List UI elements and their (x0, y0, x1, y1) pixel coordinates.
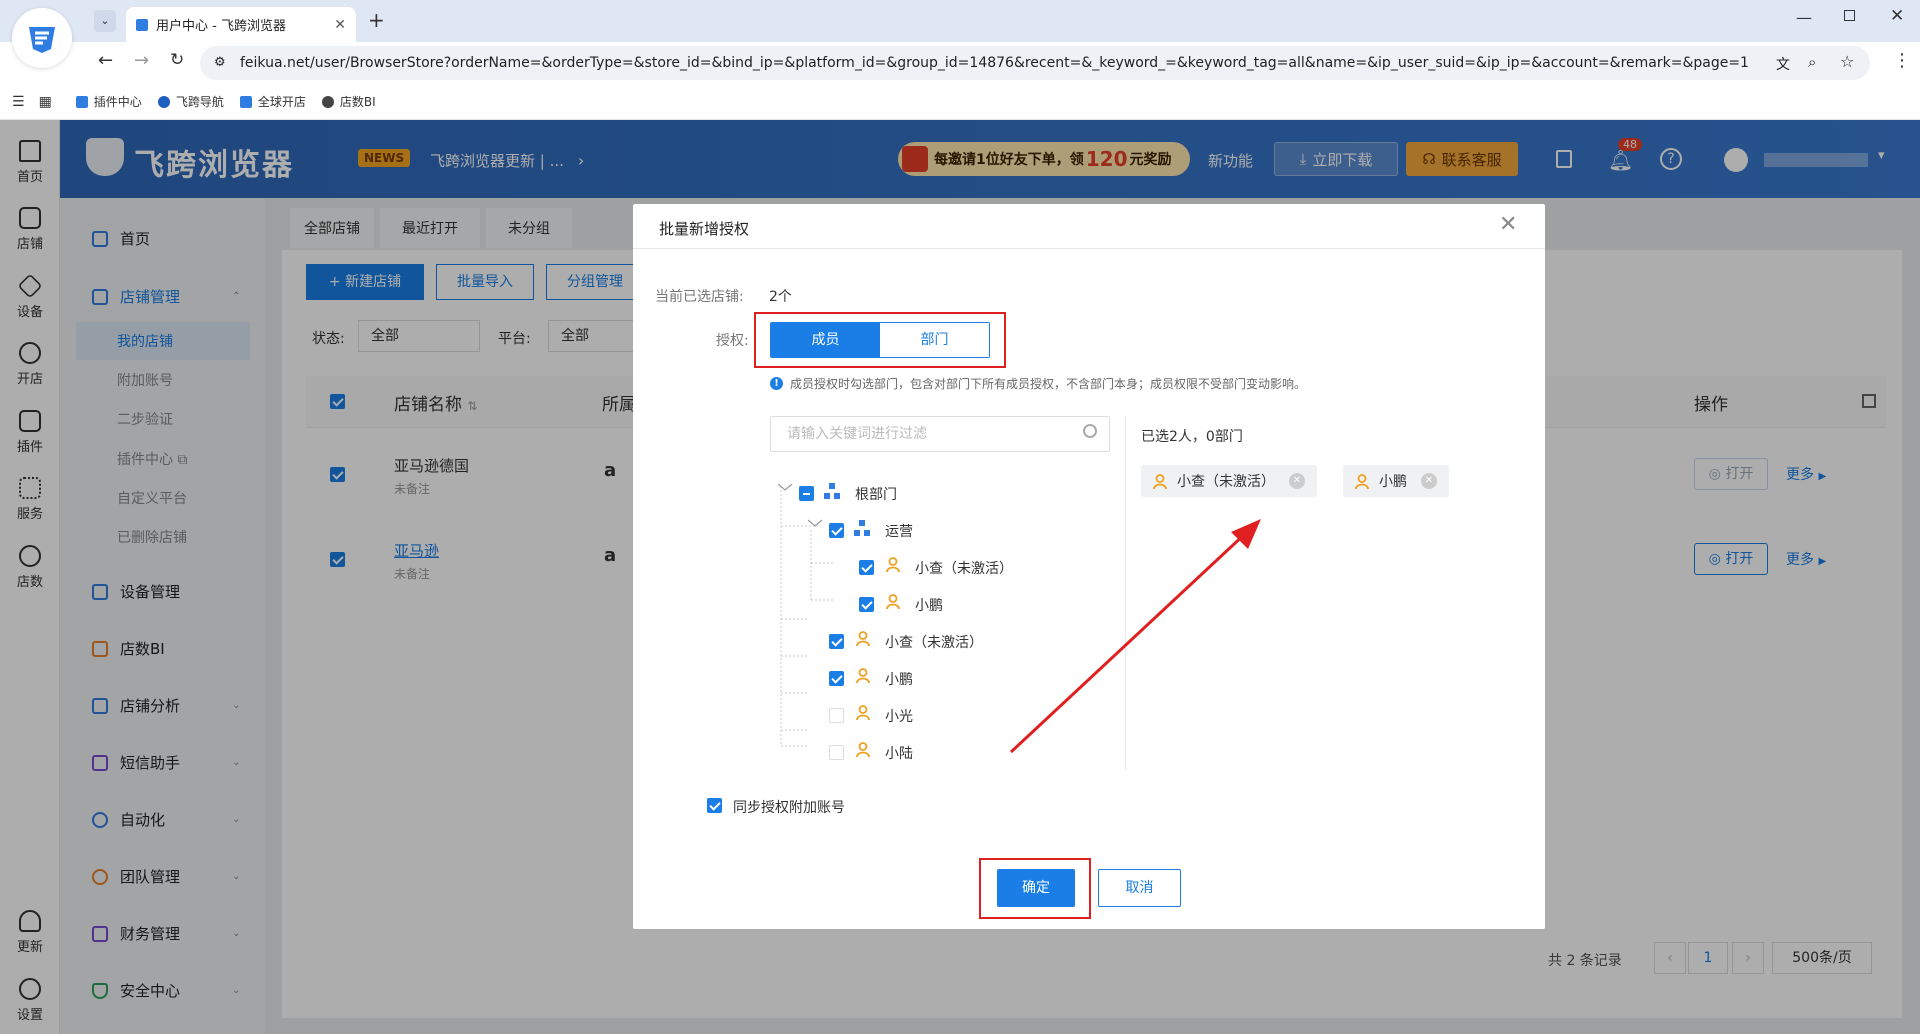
tab-title: 用户中心 - 飞跨浏览器 (156, 19, 286, 34)
selected-chip-label: 小鹏 (1379, 474, 1407, 490)
tree-member-checkbox[interactable] (829, 708, 844, 723)
modal-close-icon[interactable]: ✕ (1499, 212, 1517, 237)
bookmark-star-icon[interactable]: ☆ (1840, 52, 1854, 71)
org-tree-icon (854, 520, 870, 536)
tree-member-label[interactable]: 小鹏 (915, 595, 943, 615)
selected-stores-label: 当前已选店铺: (655, 289, 744, 305)
bookmark-label: 全球开店 (257, 95, 306, 109)
tab-active[interactable]: 用户中心 - 飞跨浏览器 ✕ (126, 7, 356, 42)
bookmark-nav-icon (157, 95, 170, 108)
person-icon (1153, 473, 1167, 489)
person-icon (856, 668, 870, 683)
tree-member-label[interactable]: 小查（未激活） (915, 558, 1013, 578)
browser-logo-icon (12, 8, 72, 68)
selected-chip: 小鹏 ✕ (1343, 465, 1449, 497)
auth-label: 授权: (716, 333, 749, 349)
person-icon (856, 705, 870, 720)
person-icon (856, 631, 870, 646)
member-search-input[interactable]: 请输入关键词进行过滤 (770, 416, 1110, 452)
segment-member-button[interactable]: 成员 (771, 323, 880, 357)
confirm-button[interactable]: 确定 (997, 869, 1075, 907)
tree-member-label[interactable]: 小查（未激活） (885, 632, 983, 652)
bookmark-label: 飞跨导航 (175, 95, 224, 109)
tree-root-checkbox[interactable] (799, 486, 814, 501)
bookmark-item[interactable]: 飞跨导航 (157, 93, 224, 110)
bookmark-label: 店数BI (339, 95, 376, 109)
forward-icon[interactable]: → (134, 50, 149, 71)
close-window-button[interactable]: ✕ (1890, 6, 1904, 26)
selected-summary: 已选2人，0部门 (1141, 429, 1243, 445)
modal-title-divider (633, 248, 1545, 249)
person-icon (886, 594, 900, 609)
auth-hint: 成员授权时勾选部门，包含对部门下所有成员授权，不含部门本身；成员权限不受部门变动… (790, 377, 1307, 391)
minimize-button[interactable]: — (1796, 8, 1812, 27)
tree-member-label[interactable]: 小光 (885, 706, 913, 726)
tree-dept-label[interactable]: 运营 (885, 521, 913, 541)
apps-grid-icon[interactable]: ▦ (39, 94, 52, 110)
new-tab-button[interactable]: + (368, 8, 385, 32)
bookmark-label: 插件中心 (93, 95, 142, 109)
site-info-icon[interactable]: ⚙ (214, 55, 226, 70)
bookmark-plugin-icon (75, 95, 88, 108)
selected-chip-label: 小查（未激活） (1177, 474, 1275, 490)
search-placeholder: 请输入关键词进行过滤 (787, 426, 927, 442)
person-icon (1355, 473, 1369, 489)
sync-extra-accounts-label[interactable]: 同步授权附加账号 (733, 797, 845, 817)
address-bar[interactable]: ⚙ feikua.net/user/BrowserStore?orderName… (200, 46, 1870, 80)
batch-auth-modal: 批量新增授权 ✕ 当前已选店铺: 2个 授权: 成员 部门 ! 成员授权时勾选部… (633, 204, 1545, 929)
tree-member-checkbox[interactable] (859, 597, 874, 612)
selected-chip: 小查（未激活） ✕ (1141, 465, 1317, 497)
bookmark-global-icon (239, 95, 252, 108)
url-text: feikua.net/user/BrowserStore?orderName=&… (240, 55, 1749, 71)
zoom-icon[interactable]: ⌕ (1808, 53, 1816, 71)
person-icon (886, 557, 900, 572)
browser-menu-icon[interactable]: ⋮ (1893, 50, 1911, 71)
remove-chip-icon[interactable]: ✕ (1289, 473, 1305, 489)
tree-member-checkbox[interactable] (829, 671, 844, 686)
tab-favicon-icon (136, 18, 148, 31)
search-icon (1083, 424, 1097, 438)
annotation-arrow (1003, 494, 1303, 764)
modal-title: 批量新增授权 (659, 220, 750, 238)
tree-member-checkbox[interactable] (829, 745, 844, 760)
sidebar-toggle-icon[interactable]: ☰ (12, 94, 25, 110)
info-icon: ! (770, 377, 783, 390)
tree-member-checkbox[interactable] (829, 634, 844, 649)
browser-tab-bar: ⌄ 用户中心 - 飞跨浏览器 ✕ + — ✕ (0, 0, 1920, 68)
bookmarks-bar: ☰ ▦ 插件中心 飞跨导航 全球开店 店数BI (0, 84, 1920, 120)
bookmark-item[interactable]: 插件中心 (75, 93, 142, 110)
auth-segment: 成员 部门 (770, 322, 990, 358)
back-icon[interactable]: ← (98, 50, 113, 71)
org-tree-icon (824, 483, 840, 499)
tab-list-dropdown-icon[interactable]: ⌄ (94, 10, 116, 32)
remove-chip-icon[interactable]: ✕ (1421, 473, 1437, 489)
selected-stores-value: 2个 (769, 289, 792, 305)
bookmark-item[interactable]: 全球开店 (239, 93, 306, 110)
tree-dept-checkbox[interactable] (829, 523, 844, 538)
translate-icon[interactable]: 文 (1776, 54, 1790, 74)
tree-root-label[interactable]: 根部门 (855, 484, 897, 504)
reload-icon[interactable]: ↻ (170, 50, 184, 70)
person-icon (856, 742, 870, 757)
segment-dept-button[interactable]: 部门 (880, 323, 989, 357)
sync-extra-accounts-checkbox[interactable] (707, 798, 722, 813)
restore-button[interactable] (1844, 10, 1855, 21)
cancel-button[interactable]: 取消 (1098, 869, 1181, 907)
tree-member-checkbox[interactable] (859, 560, 874, 575)
bookmark-bi-icon (321, 95, 334, 108)
tab-close-icon[interactable]: ✕ (334, 17, 346, 33)
tree-member-label[interactable]: 小陆 (885, 743, 913, 763)
tree-member-label[interactable]: 小鹏 (885, 669, 913, 689)
bookmark-item[interactable]: 店数BI (321, 93, 376, 110)
